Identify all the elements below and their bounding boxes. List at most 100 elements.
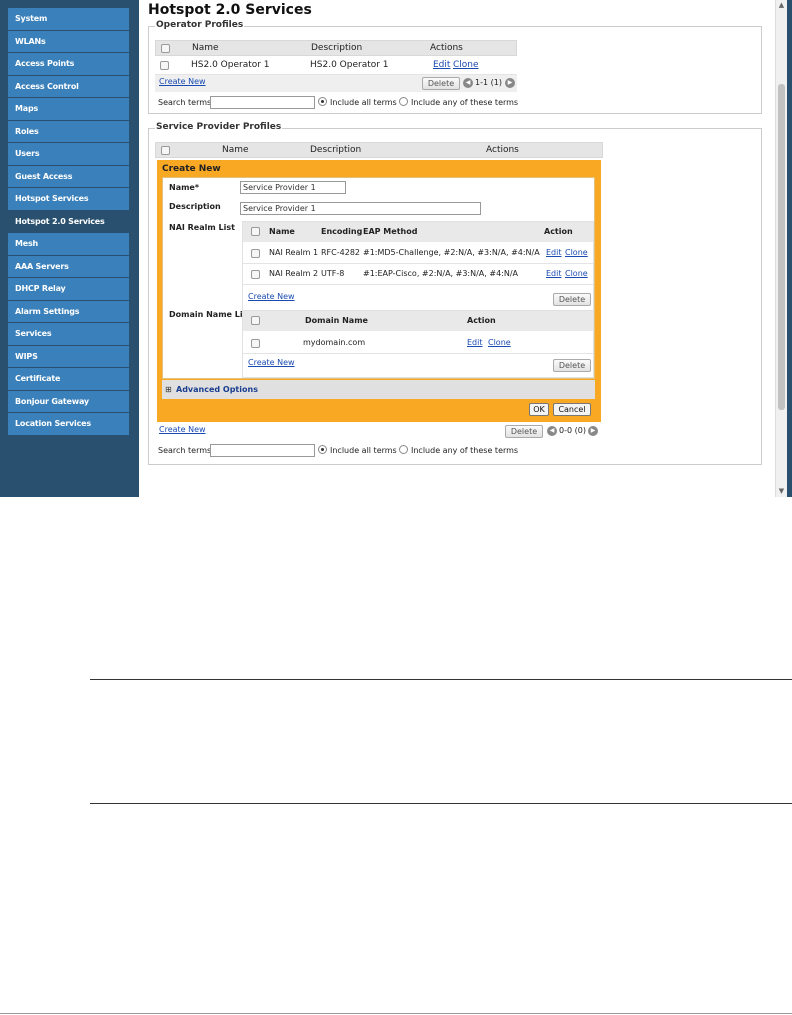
row-name: HS2.0 Operator 1 xyxy=(191,60,270,70)
domain-delete-button[interactable]: Delete xyxy=(553,359,591,372)
sidebar-item-guest-access[interactable]: Guest Access xyxy=(8,165,129,187)
sidebar: System WLANs Access Points Access Control Ma… xyxy=(0,0,139,497)
sidebar-item-users[interactable]: Users xyxy=(8,143,129,165)
ok-button[interactable]: OK xyxy=(529,403,549,416)
table-row: NAI Realm 2 UTF-8 #1:EAP-Cisco, #2:N/A, #3… xyxy=(243,264,593,285)
select-all-checkbox[interactable] xyxy=(251,227,260,236)
nai-eap-method: #1:MD5-Challenge, #2:N/A, #3:N/A, #4:N/A xyxy=(363,248,540,257)
row-checkbox[interactable] xyxy=(251,249,260,258)
domain-header: Domain Name Action xyxy=(243,311,593,331)
sp-search-bar: Search terms Include all terms Include a… xyxy=(155,442,603,459)
col-actions: Actions xyxy=(486,145,519,155)
scroll-down-icon[interactable]: ▼ xyxy=(776,486,787,496)
select-all-checkbox[interactable] xyxy=(161,44,170,53)
radio-include-all[interactable] xyxy=(318,445,327,454)
cancel-button[interactable]: Cancel xyxy=(553,403,591,416)
delete-button[interactable]: Delete xyxy=(505,425,543,438)
sidebar-item-services[interactable]: Services xyxy=(8,323,129,345)
prev-page-icon[interactable]: ◀ xyxy=(547,426,557,436)
create-panel-form: Name* Service Provider 1 Description Ser… xyxy=(162,177,595,379)
sidebar-item-system[interactable]: System xyxy=(8,8,129,30)
clone-link[interactable]: Clone xyxy=(453,57,479,74)
sidebar-item-location-services[interactable]: Location Services xyxy=(8,413,129,435)
advanced-options-bar[interactable]: ⊞ Advanced Options xyxy=(162,380,595,399)
operator-search-bar: Search terms Include all terms Include a… xyxy=(155,94,518,111)
sidebar-item-aaa-servers[interactable]: AAA Servers xyxy=(8,255,129,277)
scroll-thumb[interactable] xyxy=(778,84,785,410)
divider-bottom xyxy=(0,1013,792,1014)
nai-col-name: Name xyxy=(269,227,295,236)
sidebar-item-hotspot-2-0-services[interactable]: Hotspot 2.0 Services xyxy=(8,210,129,232)
sidebar-item-bonjour-gateway[interactable]: Bonjour Gateway xyxy=(8,390,129,412)
sidebar-item-maps[interactable]: Maps xyxy=(8,98,129,120)
radio-include-any[interactable] xyxy=(399,97,408,106)
row-checkbox[interactable] xyxy=(160,61,169,70)
nai-realm-list: Name Encoding EAP Method Action NAI Real… xyxy=(242,221,594,317)
nai-col-encoding: Encoding xyxy=(321,227,363,236)
next-page-icon[interactable]: ▶ xyxy=(588,426,598,436)
divider-top xyxy=(90,679,792,680)
nai-col-action: Action xyxy=(544,227,573,236)
nai-header: Name Encoding EAP Method Action xyxy=(243,222,593,242)
create-new-panel: Create New Name* Service Provider 1 Desc… xyxy=(157,160,601,422)
radio-include-any[interactable] xyxy=(399,445,408,454)
domain-col-name: Domain Name xyxy=(305,316,368,325)
clone-link[interactable]: Clone xyxy=(565,269,588,279)
sidebar-item-roles[interactable]: Roles xyxy=(8,120,129,142)
edit-link[interactable]: Edit xyxy=(546,269,562,279)
provider-name-input[interactable]: Service Provider 1 xyxy=(240,181,346,194)
sidebar-item-wips[interactable]: WIPS xyxy=(8,345,129,367)
row-checkbox[interactable] xyxy=(251,339,260,348)
row-checkbox[interactable] xyxy=(251,270,260,279)
domain-create-new-link[interactable]: Create New xyxy=(248,358,295,367)
col-name: Name xyxy=(192,43,219,53)
create-panel-title: Create New xyxy=(162,164,221,174)
nai-delete-button[interactable]: Delete xyxy=(553,293,591,306)
app-window: System WLANs Access Points Access Control Ma… xyxy=(0,0,792,497)
clone-link[interactable]: Clone xyxy=(488,338,511,347)
page-title: Hotspot 2.0 Services xyxy=(148,2,312,18)
select-all-checkbox[interactable] xyxy=(161,146,170,155)
sidebar-nav: System WLANs Access Points Access Control Ma… xyxy=(8,8,129,436)
delete-button[interactable]: Delete xyxy=(422,77,460,90)
clone-link[interactable]: Clone xyxy=(565,248,588,258)
nai-realm-label: NAI Realm List xyxy=(169,223,235,232)
select-all-checkbox[interactable] xyxy=(251,316,260,325)
create-new-link[interactable]: Create New xyxy=(159,425,206,434)
next-page-icon[interactable]: ▶ xyxy=(505,78,515,88)
sidebar-item-alarm-settings[interactable]: Alarm Settings xyxy=(8,300,129,322)
sp-table-header: Name Description Actions xyxy=(155,142,603,158)
nai-name: NAI Realm 1 xyxy=(269,248,319,257)
edit-link[interactable]: Edit xyxy=(546,248,562,258)
create-new-link[interactable]: Create New xyxy=(159,77,206,86)
search-input[interactable] xyxy=(210,444,315,457)
table-row: HS2.0 Operator 1 HS2.0 Operator 1 Edit C… xyxy=(155,57,517,75)
provider-description-input[interactable]: Service Provider 1 xyxy=(240,202,481,215)
nai-col-eap: EAP Method xyxy=(363,227,418,236)
scroll-up-icon[interactable]: ▲ xyxy=(776,0,787,10)
radio-include-all[interactable] xyxy=(318,97,327,106)
nai-create-new-link[interactable]: Create New xyxy=(248,292,295,301)
divider-middle xyxy=(90,803,792,804)
prev-page-icon[interactable]: ◀ xyxy=(463,78,473,88)
nai-encoding: RFC-4282 xyxy=(321,248,360,257)
radio-include-all-label: Include all terms xyxy=(330,446,397,455)
sidebar-item-hotspot-services[interactable]: Hotspot Services xyxy=(8,188,129,210)
domain-name: mydomain.com xyxy=(303,338,366,347)
sidebar-item-access-points[interactable]: Access Points xyxy=(8,53,129,75)
pager-text: 1-1 (1) xyxy=(475,78,502,87)
sidebar-item-dhcp-relay[interactable]: DHCP Relay xyxy=(8,278,129,300)
search-input[interactable] xyxy=(210,96,315,109)
edit-link[interactable]: Edit xyxy=(433,57,450,74)
operator-profiles-legend: Operator Profiles xyxy=(155,20,245,30)
domain-name-list: Domain Name Action mydomain.com Edit Clo… xyxy=(242,310,594,378)
sidebar-item-certificate[interactable]: Certificate xyxy=(8,368,129,390)
vertical-scrollbar[interactable]: ▲ ▼ xyxy=(775,0,787,497)
sidebar-item-wlans[interactable]: WLANs xyxy=(8,30,129,52)
edit-link[interactable]: Edit xyxy=(467,338,483,347)
expand-icon[interactable]: ⊞ xyxy=(165,385,172,394)
sidebar-item-mesh[interactable]: Mesh xyxy=(8,233,129,255)
advanced-options-link[interactable]: Advanced Options xyxy=(176,385,258,394)
sidebar-item-access-control[interactable]: Access Control xyxy=(8,75,129,97)
description-label: Description xyxy=(169,202,221,211)
